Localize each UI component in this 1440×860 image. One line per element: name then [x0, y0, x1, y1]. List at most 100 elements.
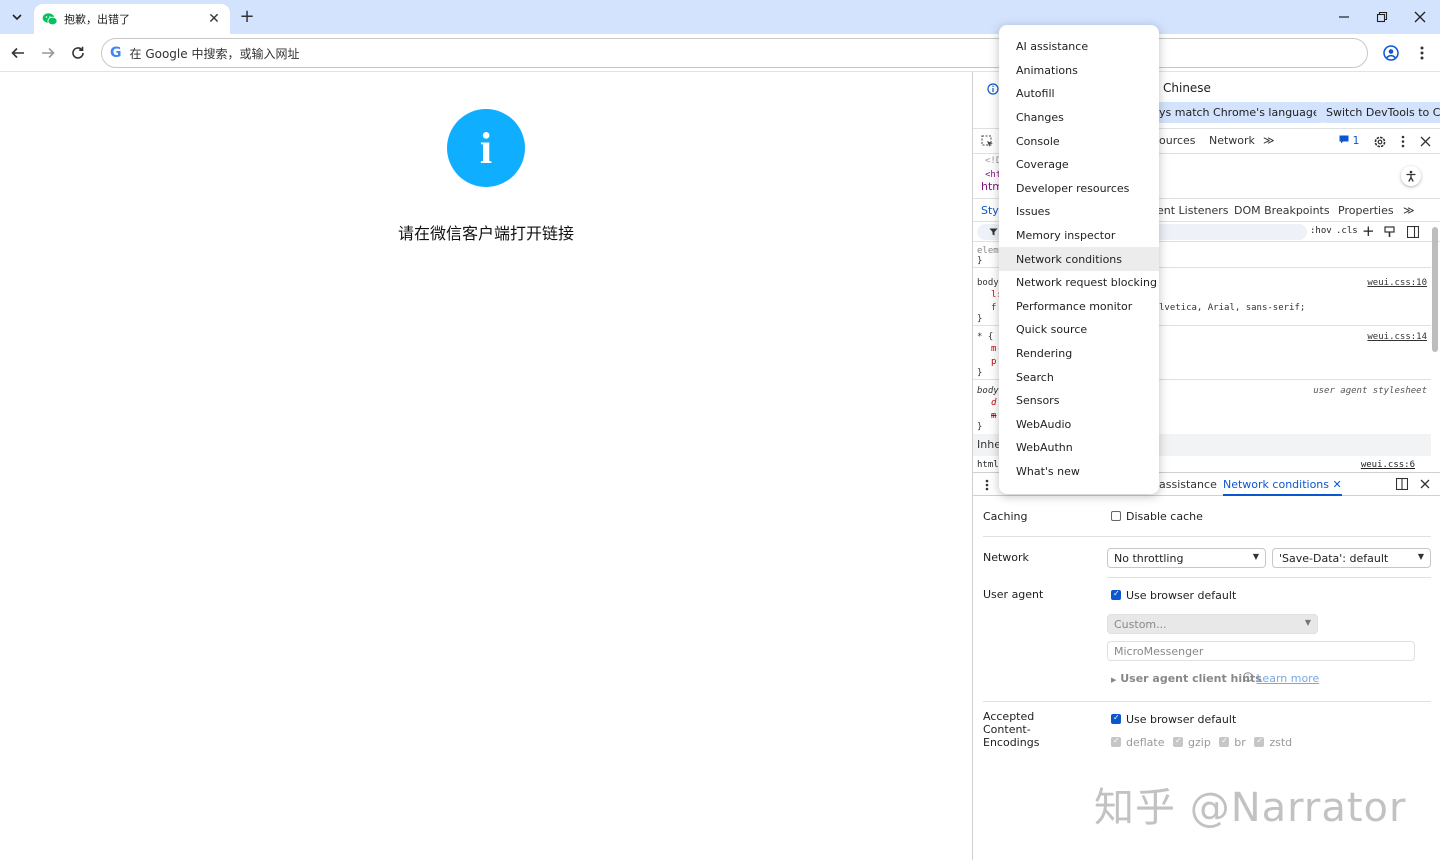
restore-button[interactable] [1370, 6, 1394, 28]
disable-cache-checkbox[interactable]: Disable cache [1111, 510, 1203, 523]
menu-item-network-conditions[interactable]: Network conditions [999, 247, 1159, 271]
ua-browser-default-checkbox[interactable]: Use browser default [1111, 589, 1236, 602]
divider [983, 536, 1431, 537]
rule-source-link[interactable]: weui.css:6 [1361, 460, 1415, 470]
menu-item-rendering[interactable]: Rendering [999, 342, 1159, 366]
dropdown-arrow-icon: ▼ [1304, 618, 1311, 627]
save-data-select[interactable]: 'Save-Data': default ▼ [1272, 548, 1431, 568]
tab-ai-assistance[interactable]: assistance [1159, 478, 1217, 491]
more-vert-icon[interactable] [985, 479, 989, 491]
tab-network-conditions[interactable]: Network conditions ✕ [1223, 473, 1342, 496]
profile-button[interactable] [1380, 42, 1402, 64]
address-bar[interactable]: G 在 Google 中搜索，或输入网址 [101, 38, 1368, 68]
menu-item-console[interactable]: Console [999, 129, 1159, 153]
close-window-button[interactable] [1408, 6, 1432, 28]
tab-network[interactable]: Network [1209, 134, 1255, 147]
browser-menu-button[interactable] [1411, 42, 1433, 64]
cls-button[interactable]: .cls [1336, 226, 1358, 236]
rule-declaration[interactable]: p [991, 357, 996, 367]
forward-button[interactable] [37, 42, 59, 64]
more-tabs-button[interactable]: ≫ [1263, 134, 1275, 147]
rule-declaration-value[interactable]: lvetica, Arial, sans-serif; [1159, 303, 1305, 313]
menu-item-search[interactable]: Search [999, 365, 1159, 389]
styles-scrollbar[interactable] [1432, 227, 1438, 352]
browser-toolbar: G 在 Google 中搜索，或输入网址 [0, 34, 1440, 72]
rule-source-link[interactable]: weui.css:10 [1367, 278, 1427, 288]
tab-close-icon[interactable]: ✕ [206, 11, 222, 27]
rule-declaration[interactable]: m [991, 344, 996, 354]
arrow-right-icon [42, 47, 55, 59]
checkbox-br [1219, 736, 1230, 747]
menu-item-animations[interactable]: Animations [999, 59, 1159, 83]
new-rule-button[interactable]: + [1362, 222, 1375, 240]
close-icon[interactable] [1420, 479, 1430, 489]
menu-item-changes[interactable]: Changes [999, 106, 1159, 130]
match-language-button[interactable]: ys match Chrome's language [1151, 102, 1330, 123]
menu-item-quick-source[interactable]: Quick source [999, 318, 1159, 342]
browser-tab[interactable]: 抱歉，出错了 ✕ [34, 4, 230, 34]
close-tab-icon[interactable]: ✕ [1333, 478, 1342, 491]
checkbox-box[interactable] [1111, 511, 1121, 521]
menu-item-whats-new[interactable]: What's new [999, 460, 1159, 484]
tab-title: 抱歉，出错了 [64, 13, 130, 26]
dock-icon[interactable] [1396, 478, 1408, 490]
menu-item-ai-assistance[interactable]: AI assistance [999, 35, 1159, 59]
encoding-zstd: zstd [1269, 736, 1293, 749]
network-label: Network [983, 551, 1029, 564]
tab-dom-breakpoints[interactable]: DOM Breakpoints [1234, 204, 1330, 217]
encodings-options: deflate gzip br zstd [1111, 736, 1292, 749]
menu-item-webauthn[interactable]: WebAuthn [999, 436, 1159, 460]
back-button[interactable] [7, 42, 29, 64]
learn-more-text[interactable]: Learn more [1257, 672, 1320, 685]
menu-item-performance-monitor[interactable]: Performance monitor [999, 295, 1159, 319]
menu-item-developer-resources[interactable]: Developer resources [999, 177, 1159, 201]
rule-declaration: m [991, 411, 997, 421]
save-data-value: 'Save-Data': default [1279, 551, 1389, 565]
paint-icon[interactable] [1384, 226, 1395, 238]
settings-icon[interactable] [1373, 135, 1387, 149]
learn-more-link[interactable]: Learn more [1243, 672, 1319, 685]
menu-item-webaudio[interactable]: WebAudio [999, 413, 1159, 437]
rule-selector[interactable]: html [977, 460, 999, 470]
encoding-deflate: deflate [1126, 736, 1165, 749]
user-agent-select-value: Custom... [1114, 617, 1167, 631]
menu-item-issues[interactable]: Issues [999, 200, 1159, 224]
tab-properties[interactable]: Properties [1338, 204, 1394, 217]
rule-selector[interactable]: * { [977, 332, 993, 342]
tab-sources[interactable]: ources [1159, 134, 1196, 147]
encodings-browser-default-label: Use browser default [1126, 713, 1237, 726]
inspect-element-icon[interactable] [981, 135, 994, 148]
reload-button[interactable] [67, 42, 89, 64]
hov-button[interactable]: :hov [1310, 226, 1332, 236]
encoding-gzip: gzip [1188, 736, 1211, 749]
rule-selector[interactable]: body [977, 278, 999, 288]
new-tab-button[interactable]: + [238, 6, 256, 27]
checkbox-box[interactable] [1111, 589, 1121, 600]
more-vert-icon[interactable] [1401, 135, 1405, 148]
menu-item-autofill[interactable]: Autofill [999, 82, 1159, 106]
more-subtabs-button[interactable]: ≫ [1403, 204, 1415, 217]
throttling-select[interactable]: No throttling ▼ [1107, 548, 1266, 568]
menu-item-network-request-blocking[interactable]: Network request blocking [999, 271, 1159, 295]
minimize-button[interactable] [1332, 6, 1356, 28]
rule-selector: body [977, 386, 999, 396]
more-vert-icon [1420, 46, 1424, 60]
menu-item-memory-inspector[interactable]: Memory inspector [999, 224, 1159, 248]
checkbox-gzip [1173, 736, 1183, 747]
menu-item-coverage[interactable]: Coverage [999, 153, 1159, 177]
menu-item-sensors[interactable]: Sensors [999, 389, 1159, 413]
checkbox-box[interactable] [1111, 713, 1121, 724]
close-icon[interactable] [1420, 136, 1431, 147]
profile-icon [1383, 45, 1399, 61]
ua-client-hints-toggle[interactable]: ▶ User agent client hints [1111, 672, 1262, 685]
encodings-browser-default-checkbox[interactable]: Use browser default [1111, 713, 1236, 726]
sidebar-toggle-icon[interactable] [1407, 226, 1419, 238]
tab-event-listeners[interactable]: ent Listeners [1157, 204, 1229, 217]
rule-source-ua: user agent stylesheet [1313, 386, 1427, 396]
rule-declaration[interactable]: f [991, 303, 996, 313]
issues-badge[interactable]: 1 [1339, 134, 1360, 147]
tab-search-button[interactable] [6, 7, 28, 27]
rule-source-link[interactable]: weui.css:14 [1367, 332, 1427, 342]
switch-language-button[interactable]: Switch DevTools to Chin [1316, 102, 1440, 123]
disable-cache-label: Disable cache [1126, 510, 1203, 523]
